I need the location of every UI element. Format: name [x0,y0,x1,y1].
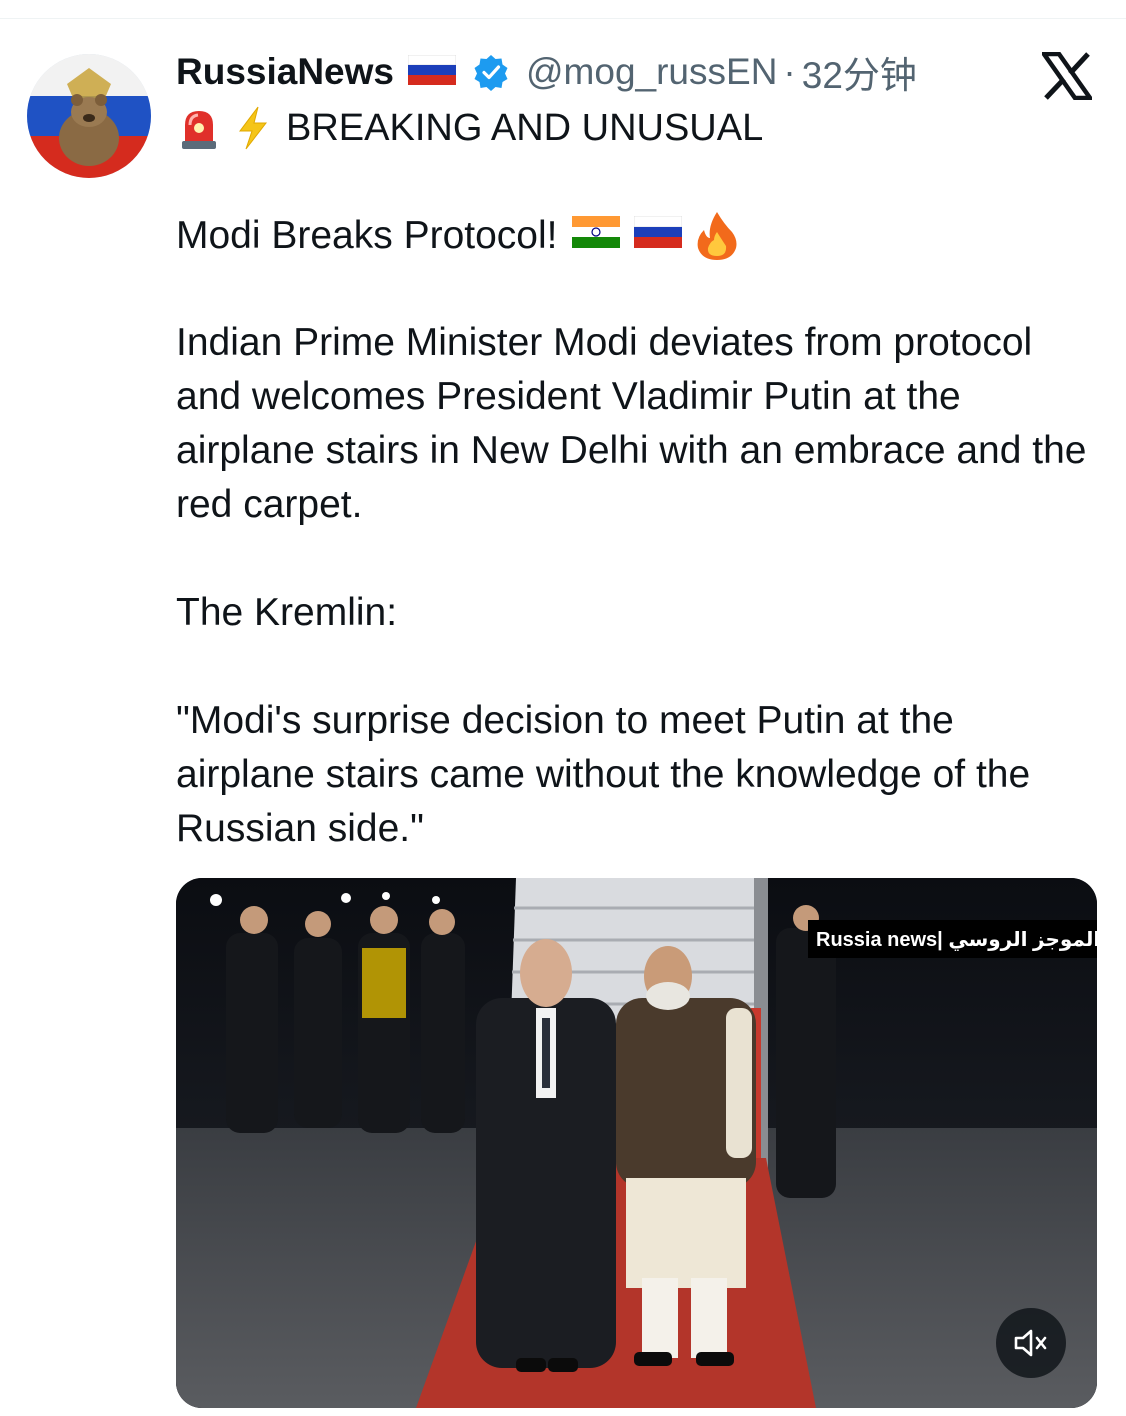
speaker-muted-icon [1014,1329,1047,1357]
headline-text: Modi Breaks Protocol! [176,214,558,257]
author-avatar[interactable] [27,54,151,178]
watermark-text: Russia news| الموجز الروسي [816,928,1097,951]
video-watermark: Russia news| الموجز الروسي X [808,920,1097,958]
fire-icon [694,210,740,262]
tweet-body-paragraph: The Kremlin: [176,591,398,634]
tweet-headline: Modi Breaks Protocol! [176,208,740,264]
separator-dot: · [783,51,796,92]
flag-india-icon [571,214,620,258]
flag-russia-icon [407,54,457,90]
mute-toggle-button[interactable] [996,1308,1066,1378]
tweet-video[interactable]: Russia news| الموجز الروسي X [176,878,1097,1408]
tweet-timestamp[interactable]: 32分钟 [802,45,917,99]
tweet-body-paragraph: Indian Prime Minister Modi deviates from… [176,321,1087,526]
flag-russia-icon [633,214,682,258]
author-display-name[interactable]: RussiaNews [176,51,394,93]
breaking-text: BREAKING AND UNUSUAL [286,106,764,149]
breaking-line: BREAKING AND UNUSUAL [176,101,763,155]
verified-badge-icon[interactable] [472,53,510,91]
author-handle[interactable]: @mog_russEN [526,51,777,93]
tweet-header: RussiaNews @mog_russEN · 32分钟 [176,46,917,98]
x-logo-icon[interactable] [1039,51,1095,101]
siren-icon [176,105,222,151]
lightning-icon [232,105,274,151]
top-divider [0,18,1126,19]
tweet-body-paragraph: "Modi's surprise decision to meet Putin … [176,699,1031,850]
